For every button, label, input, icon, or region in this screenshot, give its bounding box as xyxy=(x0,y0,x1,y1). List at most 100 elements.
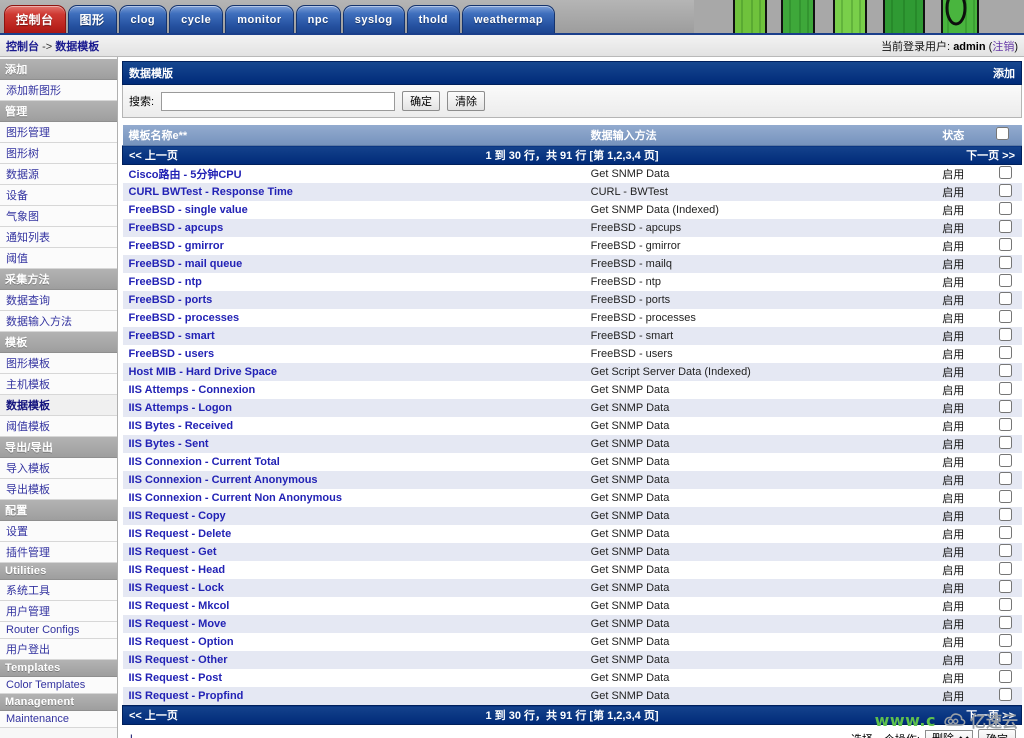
logout-link[interactable]: 注销 xyxy=(992,41,1014,53)
row-checkbox[interactable] xyxy=(999,256,1013,269)
table-row[interactable]: FreeBSD - ntp FreeBSD - ntp 启用 xyxy=(122,273,1022,291)
column-status[interactable]: 状态 xyxy=(916,125,990,146)
sidebar-item-logout-user[interactable]: 用户登出 xyxy=(0,639,117,660)
cell-row-checkbox[interactable] xyxy=(989,291,1022,309)
column-template-name[interactable]: 模板名称e** xyxy=(122,125,585,146)
table-row[interactable]: Cisco路由 - 5分钟CPU Get SNMP Data 启用 xyxy=(122,164,1022,183)
cell-row-checkbox[interactable] xyxy=(989,363,1022,381)
table-row[interactable]: IIS Connexion - Current Anonymous Get SNM… xyxy=(122,471,1022,489)
cell-row-checkbox[interactable] xyxy=(989,417,1022,435)
template-name-link[interactable]: IIS Request - Propfind xyxy=(129,690,244,702)
table-row[interactable]: IIS Bytes - Sent Get SNMP Data 启用 xyxy=(122,435,1022,453)
sidebar-item-data-input-methods[interactable]: 数据输入方法 xyxy=(0,311,117,332)
table-row[interactable]: IIS Connexion - Current Total Get SNMP Da… xyxy=(122,453,1022,471)
breadcrumb-root-link[interactable]: 控制台 xyxy=(6,41,39,53)
tab-thold[interactable]: thold xyxy=(406,5,460,33)
table-row[interactable]: FreeBSD - smart FreeBSD - smart 启用 xyxy=(122,327,1022,345)
template-name-link[interactable]: IIS Request - Option xyxy=(129,636,234,648)
sidebar-item-settings[interactable]: 设置 xyxy=(0,521,117,542)
tab-monitor[interactable]: monitor xyxy=(225,5,294,33)
row-checkbox[interactable] xyxy=(999,418,1013,431)
row-checkbox[interactable] xyxy=(999,508,1013,521)
template-name-link[interactable]: IIS Request - Mkcol xyxy=(129,600,230,612)
table-row[interactable]: IIS Request - Mkcol Get SNMP Data 启用 xyxy=(122,597,1022,615)
template-name-link[interactable]: IIS Request - Lock xyxy=(129,582,224,594)
prev-page-link-bottom[interactable]: << 上一页 xyxy=(129,707,178,723)
sidebar-item-threshold-templates[interactable]: 阈值模板 xyxy=(0,416,117,437)
table-row[interactable]: FreeBSD - ports FreeBSD - ports 启用 xyxy=(122,291,1022,309)
sidebar-item-import-templates[interactable]: 导入模板 xyxy=(0,458,117,479)
template-name-link[interactable]: FreeBSD - users xyxy=(129,348,215,360)
table-row[interactable]: FreeBSD - mail queue FreeBSD - mailq 启用 xyxy=(122,255,1022,273)
table-row[interactable]: IIS Request - Propfind Get SNMP Data 启用 xyxy=(122,687,1022,706)
cell-row-checkbox[interactable] xyxy=(989,507,1022,525)
table-row[interactable]: IIS Request - Delete Get SNMP Data 启用 xyxy=(122,525,1022,543)
cell-row-checkbox[interactable] xyxy=(989,453,1022,471)
cell-row-checkbox[interactable] xyxy=(989,237,1022,255)
action-select[interactable]: 删除 xyxy=(925,730,973,738)
cell-row-checkbox[interactable] xyxy=(989,543,1022,561)
search-input[interactable] xyxy=(161,91,396,111)
template-name-link[interactable]: FreeBSD - processes xyxy=(129,312,240,324)
template-name-link[interactable]: IIS Request - Get xyxy=(129,546,217,558)
row-checkbox[interactable] xyxy=(999,382,1013,395)
template-name-link[interactable]: IIS Request - Move xyxy=(129,618,227,630)
next-page-link-bottom[interactable]: 下一页 >> xyxy=(966,707,1015,723)
cell-row-checkbox[interactable] xyxy=(989,399,1022,417)
cell-row-checkbox[interactable] xyxy=(989,219,1022,237)
select-all-checkbox-cell[interactable] xyxy=(989,125,1022,146)
table-row[interactable]: IIS Request - Post Get SNMP Data 启用 xyxy=(122,669,1022,687)
row-checkbox[interactable] xyxy=(999,184,1013,197)
sidebar-item-data-queries[interactable]: 数据查询 xyxy=(0,290,117,311)
template-name-link[interactable]: IIS Request - Post xyxy=(129,672,223,684)
table-row[interactable]: FreeBSD - apcups FreeBSD - apcups 启用 xyxy=(122,219,1022,237)
row-checkbox[interactable] xyxy=(999,616,1013,629)
template-name-link[interactable]: IIS Connexion - Current Non Anonymous xyxy=(129,492,342,504)
cell-row-checkbox[interactable] xyxy=(989,687,1022,706)
row-checkbox[interactable] xyxy=(999,310,1013,323)
row-checkbox[interactable] xyxy=(999,346,1013,359)
cell-row-checkbox[interactable] xyxy=(989,471,1022,489)
cell-row-checkbox[interactable] xyxy=(989,615,1022,633)
row-checkbox[interactable] xyxy=(999,634,1013,647)
cell-row-checkbox[interactable] xyxy=(989,327,1022,345)
search-go-button[interactable]: 确定 xyxy=(402,91,441,111)
tab-weathermap[interactable]: weathermap xyxy=(461,5,556,33)
cell-row-checkbox[interactable] xyxy=(989,597,1022,615)
sidebar-item-system-utilities[interactable]: 系统工具 xyxy=(0,580,117,601)
row-checkbox[interactable] xyxy=(999,526,1013,539)
sidebar-item-weathermap[interactable]: 气象图 xyxy=(0,206,117,227)
template-name-link[interactable]: FreeBSD - ntp xyxy=(129,276,202,288)
sidebar-item-router-configs[interactable]: Router Configs xyxy=(0,622,117,639)
column-data-input-method[interactable]: 数据输入方法 xyxy=(584,125,917,146)
template-name-link[interactable]: IIS Bytes - Sent xyxy=(129,438,209,450)
table-row[interactable]: IIS Attemps - Connexion Get SNMP Data 启用 xyxy=(122,381,1022,399)
row-checkbox[interactable] xyxy=(999,652,1013,665)
cell-row-checkbox[interactable] xyxy=(989,669,1022,687)
cell-row-checkbox[interactable] xyxy=(989,381,1022,399)
table-row[interactable]: IIS Connexion - Current Non Anonymous Get… xyxy=(122,489,1022,507)
sidebar-item-devices[interactable]: 设备 xyxy=(0,185,117,206)
table-row[interactable]: IIS Request - Copy Get SNMP Data 启用 xyxy=(122,507,1022,525)
sidebar-item-data-templates[interactable]: 数据模板 xyxy=(0,395,117,416)
table-row[interactable]: CURL BWTest - Response Time CURL - BWTest… xyxy=(122,183,1022,201)
template-name-link[interactable]: FreeBSD - ports xyxy=(129,294,213,306)
sidebar-item-plugin-management[interactable]: 插件管理 xyxy=(0,542,117,563)
row-checkbox[interactable] xyxy=(999,562,1013,575)
sidebar-item-new-graphs[interactable]: 添加新图形 xyxy=(0,80,117,101)
sidebar-item-graph-templates[interactable]: 图形模板 xyxy=(0,353,117,374)
row-checkbox[interactable] xyxy=(999,472,1013,485)
row-checkbox[interactable] xyxy=(999,670,1013,683)
template-name-link[interactable]: IIS Request - Head xyxy=(129,564,226,576)
row-checkbox[interactable] xyxy=(999,220,1013,233)
cell-row-checkbox[interactable] xyxy=(989,435,1022,453)
row-checkbox[interactable] xyxy=(999,202,1013,215)
sidebar-item-host-templates[interactable]: 主机模板 xyxy=(0,374,117,395)
table-row[interactable]: IIS Request - Lock Get SNMP Data 启用 xyxy=(122,579,1022,597)
template-name-link[interactable]: IIS Request - Delete xyxy=(129,528,232,540)
cell-row-checkbox[interactable] xyxy=(989,273,1022,291)
table-row[interactable]: IIS Bytes - Received Get SNMP Data 启用 xyxy=(122,417,1022,435)
row-checkbox[interactable] xyxy=(999,238,1013,251)
search-clear-button[interactable]: 清除 xyxy=(447,91,486,111)
row-checkbox[interactable] xyxy=(999,598,1013,611)
